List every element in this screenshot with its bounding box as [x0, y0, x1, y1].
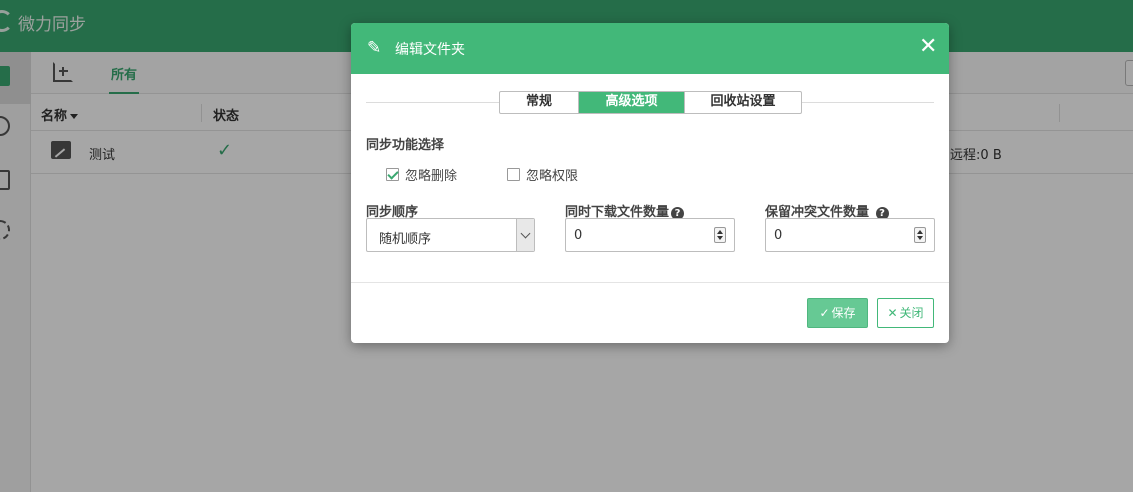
concurrent-download-input[interactable]: 0 — [565, 218, 735, 252]
x-icon: ✕ — [887, 306, 898, 320]
sync-feature-label: 同步功能选择 — [366, 138, 445, 153]
close-button[interactable]: ✕ 关闭 — [877, 298, 934, 328]
pencil-icon: ✎ — [367, 38, 382, 58]
chevron-down-icon[interactable] — [516, 219, 534, 251]
footer-divider — [351, 282, 949, 283]
tab-recycle-bin[interactable]: 回收站设置 — [684, 92, 801, 113]
tab-advanced[interactable]: 高级选项 — [579, 92, 684, 113]
dialog-header: ✎ 编辑文件夹 ✕ — [351, 23, 949, 74]
dialog-tabs: 常规 高级选项 回收站设置 — [499, 91, 802, 114]
close-icon[interactable]: ✕ — [919, 35, 937, 59]
stepper-down-icon[interactable] — [917, 236, 923, 240]
ignore-delete-label: 忽略删除 — [405, 169, 458, 184]
keep-conflict-value: 0 — [774, 228, 783, 243]
save-button[interactable]: ✓ 保存 — [807, 298, 868, 328]
close-button-label: 关闭 — [899, 306, 924, 320]
stepper-down-icon[interactable] — [717, 236, 723, 240]
check-icon: ✓ — [819, 306, 830, 320]
keep-conflict-input[interactable]: 0 — [765, 218, 935, 252]
save-button-label: 保存 — [831, 306, 856, 320]
ignore-permissions-label: 忽略权限 — [526, 169, 579, 184]
checkbox-checked-icon[interactable] — [386, 168, 399, 181]
concurrent-download-value: 0 — [574, 228, 583, 243]
ignore-permissions-checkbox[interactable]: 忽略权限 — [507, 165, 578, 184]
dialog-title: 编辑文件夹 — [395, 42, 465, 58]
checkbox-unchecked-icon[interactable] — [507, 168, 520, 181]
stepper-up-icon[interactable] — [917, 230, 923, 234]
edit-folder-dialog: ✎ 编辑文件夹 ✕ 常规 高级选项 回收站设置 同步功能选择 忽略删除 忽略权限… — [351, 23, 949, 343]
sync-order-value: 随机顺序 — [379, 232, 432, 247]
ignore-delete-checkbox[interactable]: 忽略删除 — [386, 165, 457, 184]
number-stepper[interactable] — [914, 227, 926, 243]
stepper-up-icon[interactable] — [717, 230, 723, 234]
number-stepper[interactable] — [714, 227, 726, 243]
sync-order-select[interactable]: 随机顺序 — [366, 218, 535, 252]
tab-general[interactable]: 常规 — [500, 92, 579, 113]
